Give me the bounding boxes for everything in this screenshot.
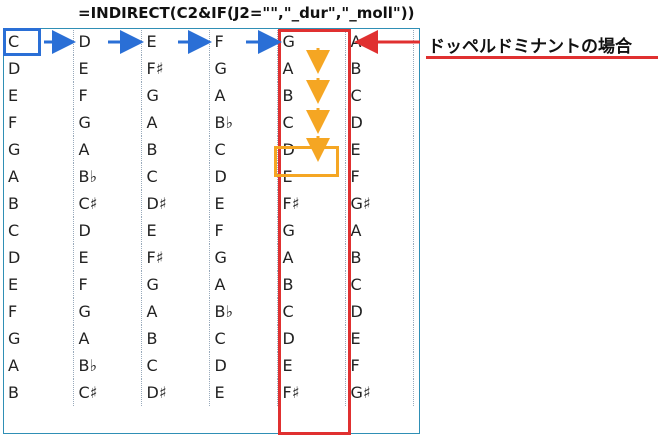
callout-label: ドッペルドミナントの場合 (428, 37, 632, 57)
callout-underline (426, 56, 658, 59)
annotation-arrows (44, 30, 420, 162)
